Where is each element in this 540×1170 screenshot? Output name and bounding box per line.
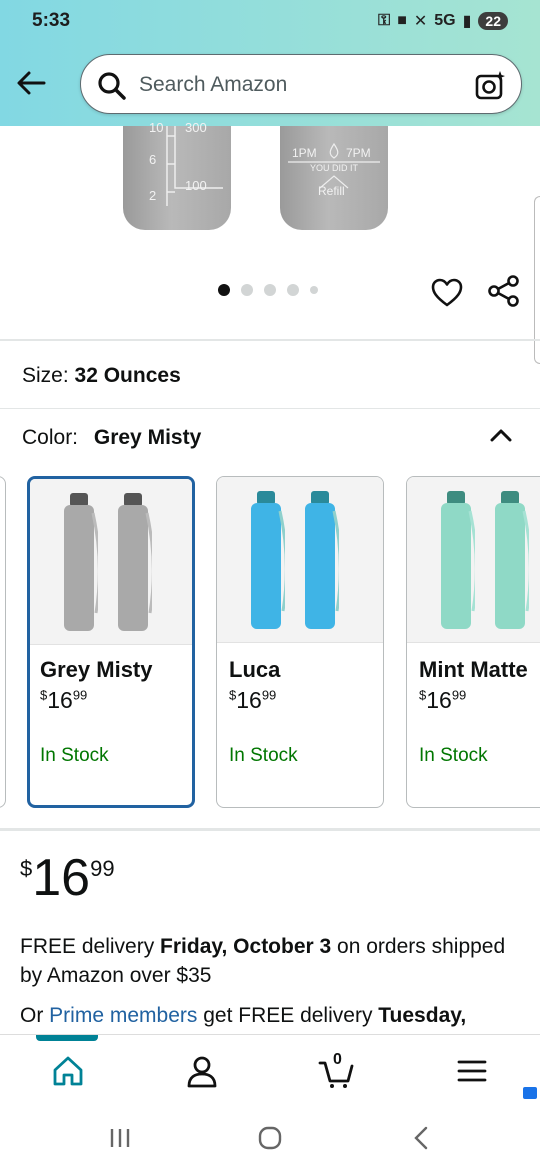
prime-delivery-date: Tuesday, — [378, 1004, 467, 1027]
variant-card-grey-misty[interactable]: Grey Misty $1699 In Stock — [27, 476, 195, 808]
variant-price: $1699 — [419, 687, 467, 713]
bottle-mark: 7PM — [346, 146, 371, 160]
network-label: 5G — [434, 12, 456, 29]
divider — [0, 408, 540, 409]
bottle-thumbnail — [251, 491, 285, 629]
account-icon[interactable] — [184, 1053, 220, 1089]
search-placeholder: Search Amazon — [139, 73, 288, 96]
bottle-mark: 2 — [149, 188, 157, 203]
status-bar: 5:33 ⚿ ■ ✕ 5G ▮ 22 — [0, 0, 540, 44]
notification-icon: ■ — [397, 12, 407, 29]
search-bar[interactable]: Search Amazon — [80, 54, 522, 114]
home-icon[interactable] — [50, 1053, 86, 1089]
prime-delivery-info: Or Prime members get FREE delivery Tuesd… — [20, 1004, 467, 1027]
variant-price: $1699 — [40, 687, 88, 713]
back-button-icon[interactable] — [408, 1124, 436, 1152]
bottle-mark: 100 — [185, 178, 207, 193]
variant-image — [407, 477, 540, 643]
bottle-mark: YOU DID IT — [310, 163, 359, 173]
bottle-markings — [288, 142, 380, 189]
color-label: Color: — [22, 426, 79, 449]
variant-price: $1699 — [229, 687, 277, 713]
bottle-thumbnail — [64, 493, 98, 631]
variant-stock: In Stock — [419, 745, 488, 766]
product-bottle-image: 1PM 7PM YOU DID IT Refill — [280, 126, 388, 230]
signal-icon: ▮ — [462, 13, 472, 30]
status-time: 5:33 — [32, 10, 71, 31]
size-value: 32 Ounces — [74, 364, 181, 387]
share-icon[interactable] — [487, 274, 521, 308]
color-value: Grey Misty — [93, 426, 202, 449]
divider — [0, 339, 540, 341]
bottle-mark: 1PM — [292, 146, 317, 160]
bottle-markings — [166, 126, 223, 206]
bottle-mark: 10 — [149, 120, 164, 135]
variant-image — [217, 477, 383, 643]
variant-stock: In Stock — [40, 745, 109, 766]
menu-icon[interactable] — [454, 1053, 490, 1089]
price-whole: 16 — [32, 849, 91, 907]
key-icon: ⚿ — [378, 12, 391, 29]
home-button-icon[interactable] — [256, 1124, 284, 1152]
header: 5:33 ⚿ ■ ✕ 5G ▮ 22 Search Amazon — [0, 0, 540, 126]
product-price: $1699 — [20, 852, 115, 904]
variant-name: Mint Matte — [419, 657, 528, 682]
bottle-mark: 300 — [185, 120, 207, 135]
carousel-dots[interactable] — [218, 284, 318, 296]
carousel-dot[interactable] — [264, 284, 276, 296]
variant-name: Luca — [229, 657, 281, 682]
back-arrow-icon[interactable] — [14, 66, 48, 100]
delivery-date: Friday, October 3 — [160, 935, 332, 958]
bottle-mark: Refill — [318, 184, 345, 198]
product-image-gallery[interactable]: 10 300 6 2 100 1PM 7PM YOU DID IT Refill — [0, 120, 540, 340]
variant-card-luca[interactable]: Luca $1699 In Stock — [216, 476, 384, 808]
status-icons: ⚿ ■ ✕ 5G ▮ 22 — [378, 11, 508, 31]
size-selector[interactable]: Size: 32 Ounces — [22, 364, 181, 388]
cart-count: 0 — [333, 1051, 342, 1068]
color-selector[interactable]: Color: Grey Misty — [22, 426, 201, 450]
heart-icon[interactable] — [430, 276, 464, 310]
mute-icon: ✕ — [413, 13, 428, 30]
variant-image — [30, 479, 192, 645]
variant-card-partial[interactable] — [0, 476, 6, 808]
camera-search-icon[interactable] — [473, 69, 507, 103]
floating-badge-icon[interactable] — [523, 1087, 537, 1099]
carousel-dot[interactable] — [241, 284, 253, 296]
variant-card-mint-matte[interactable]: Mint Matte $1699 In Stock — [406, 476, 540, 808]
variant-stock: In Stock — [229, 745, 298, 766]
bottom-nav: 0 — [0, 1034, 540, 1102]
delivery-info: FREE delivery Friday, October 3 on order… — [20, 935, 506, 987]
bottle-thumbnail — [305, 491, 339, 629]
price-fraction: 99 — [90, 856, 115, 881]
variant-name: Grey Misty — [40, 657, 153, 682]
carousel-dot[interactable] — [287, 284, 299, 296]
active-tab-indicator — [36, 1035, 98, 1041]
bottle-thumbnail — [118, 493, 152, 631]
system-nav-bar — [0, 1102, 540, 1170]
carousel-dot[interactable] — [218, 284, 230, 296]
color-variant-carousel[interactable]: Grey Misty $1699 In Stock Luca $1699 In … — [0, 476, 540, 808]
recent-apps-icon[interactable] — [106, 1124, 134, 1152]
size-label: Size: — [22, 364, 69, 387]
battery-badge: 22 — [478, 12, 508, 30]
divider — [0, 828, 540, 831]
carousel-dot[interactable] — [310, 286, 318, 294]
bottle-mark: 6 — [149, 152, 157, 167]
bottle-thumbnail — [495, 491, 529, 629]
chevron-up-icon[interactable] — [488, 422, 514, 448]
bottle-thumbnail — [441, 491, 475, 629]
prime-members-link[interactable]: Prime members — [49, 1004, 197, 1027]
search-icon — [98, 72, 126, 100]
product-bottle-image: 10 300 6 2 100 — [123, 120, 231, 230]
price-currency: $ — [20, 856, 33, 881]
